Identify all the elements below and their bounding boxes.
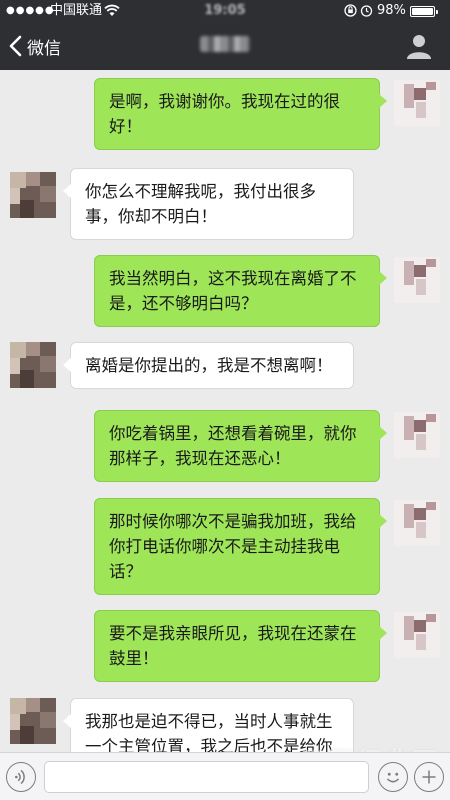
battery-percent: 98% <box>377 3 406 18</box>
my-avatar[interactable] <box>394 257 440 303</box>
alarm-icon <box>360 5 373 17</box>
voice-icon <box>15 769 25 785</box>
back-button[interactable]: 微信 <box>8 22 61 70</box>
message-bubble-sent[interactable]: 要不是我亲眼所见，我现在还蒙在鼓里！ <box>94 610 387 682</box>
message-bubble-sent[interactable]: 那时候你哪次不是骗我加班，我给你打电话你哪次不是主动挂我电话？ <box>94 498 387 595</box>
message-bubble-sent[interactable]: 我当然明白，这不我现在离婚了不是，还不够明白吗？ <box>94 255 387 327</box>
message-text: 要不是我亲眼所见，我现在还蒙在鼓里！ <box>109 624 357 668</box>
message-bubble-sent[interactable]: 是啊，我谢谢你。我现在过的很好！ <box>94 78 387 150</box>
back-label: 微信 <box>27 38 61 59</box>
rotation-lock-icon <box>344 4 357 17</box>
my-avatar[interactable] <box>394 500 440 546</box>
message-bubble-received[interactable]: 你怎么不理解我呢，我付出很多事，你却不明白！ <box>63 168 354 240</box>
message-list[interactable]: 是啊，我谢谢你。我现在过的很好！ 你怎么不理解我呢，我付出很多事，你却不明白！ <box>0 70 450 752</box>
plus-icon <box>422 770 436 784</box>
my-avatar[interactable] <box>394 412 440 458</box>
message-input[interactable] <box>44 761 369 793</box>
voice-button[interactable] <box>6 762 36 792</box>
message-text: 是啊，我谢谢你。我现在过的很好！ <box>109 92 340 136</box>
contact-avatar[interactable] <box>10 342 56 388</box>
emoji-icon <box>386 772 400 783</box>
my-avatar[interactable] <box>394 612 440 658</box>
message-text: 你吃着锅里，还想看着碗里，就你那样子，我现在还恶心！ <box>109 424 357 468</box>
person-icon <box>407 35 431 59</box>
profile-button[interactable] <box>406 32 432 60</box>
message-text: 我那也是迫不得已，当时人事就生一个主管位置，我之后也不是给你 <box>85 712 333 752</box>
message-bubble-received[interactable]: 离婚是你提出的，我是不想离啊！ <box>63 342 354 389</box>
status-bar: ●●●●● 中国联通 19:05 98% <box>0 0 450 22</box>
message-text: 你怎么不理解我呢，我付出很多事，你却不明白！ <box>85 182 316 226</box>
input-bar <box>0 752 450 800</box>
battery-icon <box>410 6 438 17</box>
message-text: 离婚是你提出的，我是不想离啊！ <box>85 356 333 375</box>
emoji-button[interactable] <box>378 762 408 792</box>
message-text: 那时候你哪次不是骗我加班，我给你打电话你哪次不是主动挂我电话？ <box>109 512 357 581</box>
my-avatar[interactable] <box>394 80 440 126</box>
battery-level <box>412 8 433 15</box>
contact-avatar[interactable] <box>10 172 56 218</box>
message-text: 我当然明白，这不我现在离婚了不是，还不够明白吗？ <box>109 269 357 313</box>
more-button[interactable] <box>414 762 444 792</box>
chat-header: 微信 <box>0 22 450 70</box>
message-bubble-sent[interactable]: 你吃着锅里，还想看着碗里，就你那样子，我现在还恶心！ <box>94 410 387 482</box>
contact-name-blurred <box>200 36 250 52</box>
message-bubble-received[interactable]: 我那也是迫不得已，当时人事就生一个主管位置，我之后也不是给你 <box>63 698 354 752</box>
contact-avatar[interactable] <box>10 698 56 744</box>
chevron-left-icon <box>9 35 22 57</box>
